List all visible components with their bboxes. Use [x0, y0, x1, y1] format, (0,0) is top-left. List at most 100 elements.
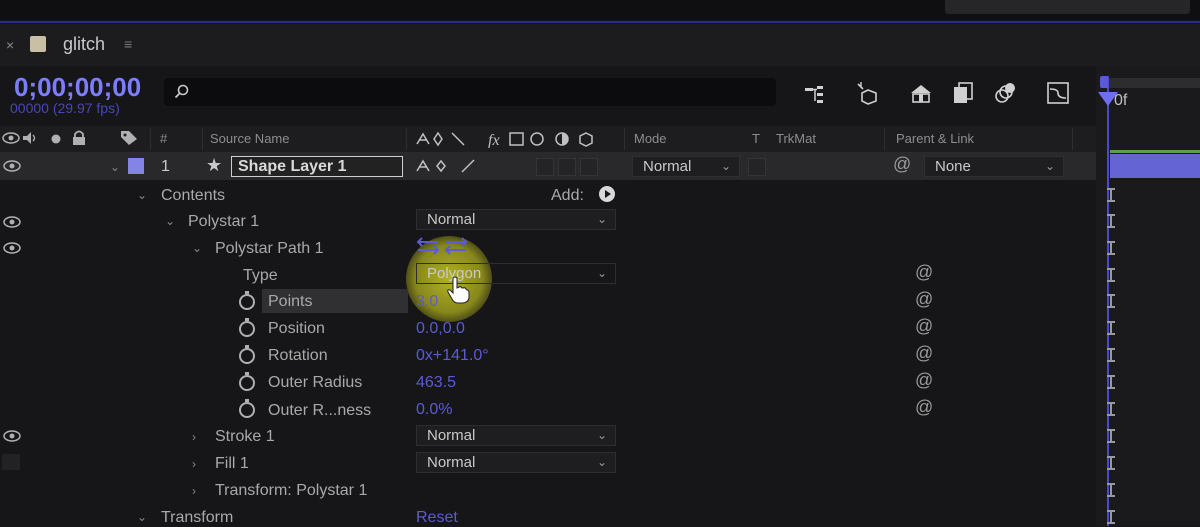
layer-mode-dropdown[interactable]: Normal ⌄: [632, 156, 740, 177]
video-switch-eye-icon[interactable]: [2, 132, 20, 144]
column-separator: [150, 128, 151, 150]
parent-value: None: [935, 158, 971, 175]
polystar-blend-mode-value: Normal: [427, 211, 476, 228]
position-value[interactable]: 0.0,0.0: [416, 320, 465, 338]
add-menu-icon[interactable]: [598, 185, 616, 203]
stroke-chevron-icon[interactable]: ›: [192, 430, 196, 444]
layer-name-field[interactable]: Shape Layer 1: [231, 156, 403, 177]
frame-blending-icon[interactable]: [950, 80, 976, 106]
transform-chevron-icon[interactable]: ⌄: [137, 510, 147, 524]
polystar-visibility-eye-icon[interactable]: [2, 216, 22, 228]
keyframe-marker: [1107, 321, 1115, 335]
add-label: Add:: [551, 187, 584, 204]
label-tag-icon[interactable]: [120, 130, 138, 146]
polystar-path-visibility-eye-icon[interactable]: [2, 242, 22, 254]
expression-pickwhip-icon[interactable]: @: [915, 370, 933, 391]
keyframe-marker: [1107, 510, 1115, 524]
tab-menu-icon[interactable]: ≡: [124, 36, 132, 52]
layer-search-input[interactable]: [164, 78, 776, 106]
switches-header-icons: fx: [416, 131, 593, 148]
motion-blur-icon[interactable]: [992, 80, 1018, 106]
keyframe-marker: [1107, 241, 1115, 255]
playhead-top[interactable]: [1100, 76, 1108, 88]
layer-mode-value: Normal: [643, 158, 692, 175]
column-separator: [1072, 128, 1073, 150]
switch-cell[interactable]: [536, 158, 554, 176]
outer-roundness-value[interactable]: 0.0%: [416, 401, 452, 419]
fill-blend-mode-dropdown[interactable]: Normal ⌄: [416, 452, 616, 473]
draft-3d-icon[interactable]: [854, 80, 880, 106]
chevron-down-icon: ⌄: [596, 212, 607, 226]
polystar-blend-mode-dropdown[interactable]: Normal ⌄: [416, 209, 616, 230]
column-t[interactable]: T: [752, 131, 760, 146]
outer-roundness-label: Outer R...ness: [268, 402, 372, 419]
stroke-visibility-eye-icon[interactable]: [2, 430, 22, 442]
fill-visibility-toggle[interactable]: [2, 454, 20, 470]
switch-cell[interactable]: [558, 158, 576, 176]
transform-polystar-chevron-icon[interactable]: ›: [192, 484, 196, 498]
contents-chevron-icon[interactable]: ⌄: [137, 188, 147, 202]
layer-visibility-eye-icon[interactable]: [2, 160, 22, 172]
close-tab-icon[interactable]: ×: [6, 37, 14, 53]
transform-label: Transform: [161, 509, 234, 526]
lock-icon[interactable]: [72, 130, 86, 146]
column-parent-link[interactable]: Parent & Link: [896, 131, 974, 146]
stopwatch-icon[interactable]: [239, 372, 255, 391]
path-direction-icon[interactable]: [416, 236, 470, 256]
fill-label: Fill 1: [215, 455, 249, 472]
column-trkmat[interactable]: TrkMat: [776, 131, 816, 146]
pick-whip-icon[interactable]: @: [893, 154, 911, 175]
column-separator: [624, 128, 625, 150]
layer-expand-chevron-icon[interactable]: ⌄: [110, 160, 120, 174]
expression-pickwhip-icon[interactable]: @: [915, 289, 933, 310]
expression-pickwhip-icon[interactable]: @: [915, 343, 933, 364]
shy-layers-icon[interactable]: [908, 80, 934, 106]
transform-polystar-label: Transform: Polystar 1: [215, 482, 368, 499]
expression-pickwhip-icon[interactable]: @: [915, 397, 933, 418]
composition-flowchart-icon[interactable]: [802, 80, 828, 106]
parent-dropdown[interactable]: None ⌄: [924, 156, 1064, 177]
graph-editor-icon[interactable]: [1045, 80, 1071, 106]
stopwatch-icon[interactable]: [239, 318, 255, 337]
keyframe-marker: [1107, 214, 1115, 228]
stopwatch-icon[interactable]: [239, 345, 255, 364]
rotation-value[interactable]: 0x+141.0°: [416, 347, 489, 365]
keyframe-marker: [1107, 429, 1115, 443]
column-source-name[interactable]: Source Name: [210, 131, 289, 146]
layer-switches[interactable]: [414, 158, 484, 174]
points-value[interactable]: 3.0: [416, 293, 438, 311]
hand-cursor-icon: [447, 276, 470, 304]
stopwatch-icon[interactable]: [239, 399, 255, 418]
polystar-chevron-icon[interactable]: ⌄: [165, 214, 175, 228]
layer-label-color[interactable]: [128, 158, 144, 174]
solo-dot-icon[interactable]: [50, 133, 62, 145]
polystar-path-chevron-icon[interactable]: ⌄: [192, 241, 202, 255]
tab-glitch[interactable]: glitch: [63, 34, 105, 55]
column-mode[interactable]: Mode: [634, 131, 667, 146]
work-area-bar[interactable]: [1104, 78, 1200, 88]
shape-layer-star-icon: ★: [206, 155, 223, 175]
expression-pickwhip-icon[interactable]: @: [915, 316, 933, 337]
trkmat-cell[interactable]: [748, 158, 766, 176]
layer-number: 1: [161, 158, 170, 175]
expression-pickwhip-icon[interactable]: @: [915, 262, 933, 283]
outer-radius-label: Outer Radius: [268, 374, 363, 391]
fill-chevron-icon[interactable]: ›: [192, 457, 196, 471]
layer-duration-bar[interactable]: [1110, 154, 1200, 178]
points-label: Points: [268, 293, 313, 310]
stroke-blend-mode-dropdown[interactable]: Normal ⌄: [416, 425, 616, 446]
switch-cell[interactable]: [580, 158, 598, 176]
stroke-blend-mode-value: Normal: [427, 427, 476, 444]
chevron-down-icon: ⌄: [596, 266, 607, 280]
audio-speaker-icon[interactable]: [22, 131, 38, 145]
chevron-down-icon: ⌄: [720, 159, 731, 173]
frame-marker: 0f: [1114, 92, 1128, 109]
current-time-display[interactable]: 0;00;00;00: [14, 72, 141, 103]
search-icon: [174, 84, 189, 99]
keyframe-marker: [1107, 294, 1115, 308]
transform-reset-link[interactable]: Reset: [416, 509, 458, 527]
stopwatch-icon[interactable]: [239, 291, 255, 310]
chevron-down-icon: ⌄: [596, 455, 607, 469]
active-panel-line: [0, 21, 1200, 23]
outer-radius-value[interactable]: 463.5: [416, 374, 456, 392]
